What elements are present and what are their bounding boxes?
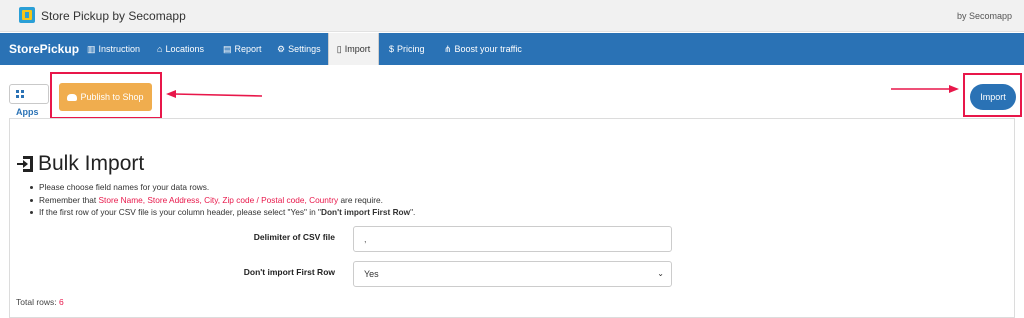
delimiter-input[interactable]: , (353, 226, 672, 252)
vendor-label: by Secomapp (956, 11, 1012, 21)
grid-icon (16, 90, 24, 98)
nav-label: Report (234, 44, 262, 54)
buildings-icon: ⌂ (157, 44, 163, 54)
nav-label: Import (344, 44, 371, 54)
note-text: Remember that (39, 194, 99, 205)
nav-label: Instruction (98, 44, 141, 54)
skip-first-row-select[interactable]: Yes ⌄ (353, 261, 672, 287)
nav-item-locations[interactable]: ⌂ Locations (157, 33, 204, 65)
gear-icon: ⚙ (277, 44, 286, 54)
note-text: ". (410, 207, 416, 217)
apps-button[interactable]: Apps (9, 84, 49, 117)
bulk-import-title: Bulk Import (38, 152, 145, 175)
nav-label: Settings (288, 44, 321, 54)
document-icon: ▤ (223, 44, 232, 54)
cloud-upload-icon (67, 94, 78, 101)
title-bar: Store Pickup by Secomapp by Secomapp (0, 0, 1024, 32)
note-text: If the first row of your CSV file is you… (39, 207, 321, 217)
app-logo-icon (19, 7, 35, 23)
total-rows-value: 6 (59, 297, 64, 307)
skip-first-row-label: Don't import First Row (243, 267, 335, 277)
note-text: Please choose field names for your data … (39, 182, 210, 192)
select-value: Yes (364, 269, 379, 279)
file-icon: ▯ (336, 44, 342, 54)
list-item: Please choose field names for your data … (30, 181, 415, 194)
note-text: are require. (338, 194, 383, 205)
sign-in-icon (17, 156, 33, 172)
total-rows: Total rows: 6 (16, 297, 64, 307)
note-bold-text: Don't import First Row (321, 207, 411, 217)
nav-item-import[interactable]: ▯ Import (328, 33, 379, 65)
arrow-to-publish-icon (166, 90, 263, 98)
nav-item-pricing[interactable]: $ Pricing (389, 33, 425, 65)
nav-item-settings[interactable]: ⚙ Settings (277, 33, 321, 65)
app-title: Store Pickup by Secomapp (41, 9, 186, 23)
list-item: Remember that Store Name, Store Address,… (30, 194, 415, 207)
share-icon: ⋔ (444, 44, 452, 54)
import-button[interactable]: Import (970, 84, 1016, 110)
nav-label: Boost your traffic (454, 44, 522, 54)
nav-item-boost-traffic[interactable]: ⋔ Boost your traffic (444, 33, 522, 65)
chevron-down-icon: ⌄ (657, 269, 664, 278)
nav-label: Pricing (397, 44, 425, 54)
arrow-to-import-icon (891, 85, 959, 93)
nav-label: Locations (165, 44, 204, 54)
instructions-list: Please choose field names for your data … (30, 181, 415, 219)
publish-label: Publish to Shop (80, 92, 144, 102)
list-item: If the first row of your CSV file is you… (30, 206, 415, 219)
book-icon: ▥ (87, 44, 96, 54)
brand-link[interactable]: StorePickup (9, 42, 79, 56)
nav-item-report[interactable]: ▤ Report (223, 33, 262, 65)
main-navbar: StorePickup ▥ Instruction ⌂ Locations ▤ Rep… (0, 33, 1024, 65)
apps-label: Apps (16, 107, 39, 117)
publish-to-shop-button[interactable]: Publish to Shop (59, 83, 152, 111)
nav-item-instruction[interactable]: ▥ Instruction (87, 33, 140, 65)
dollar-icon: $ (389, 44, 395, 54)
delimiter-label: Delimiter of CSV file (253, 232, 335, 242)
total-rows-label: Total rows: (16, 297, 57, 307)
required-fields-text: Store Name, Store Address, City, Zip cod… (98, 194, 339, 205)
